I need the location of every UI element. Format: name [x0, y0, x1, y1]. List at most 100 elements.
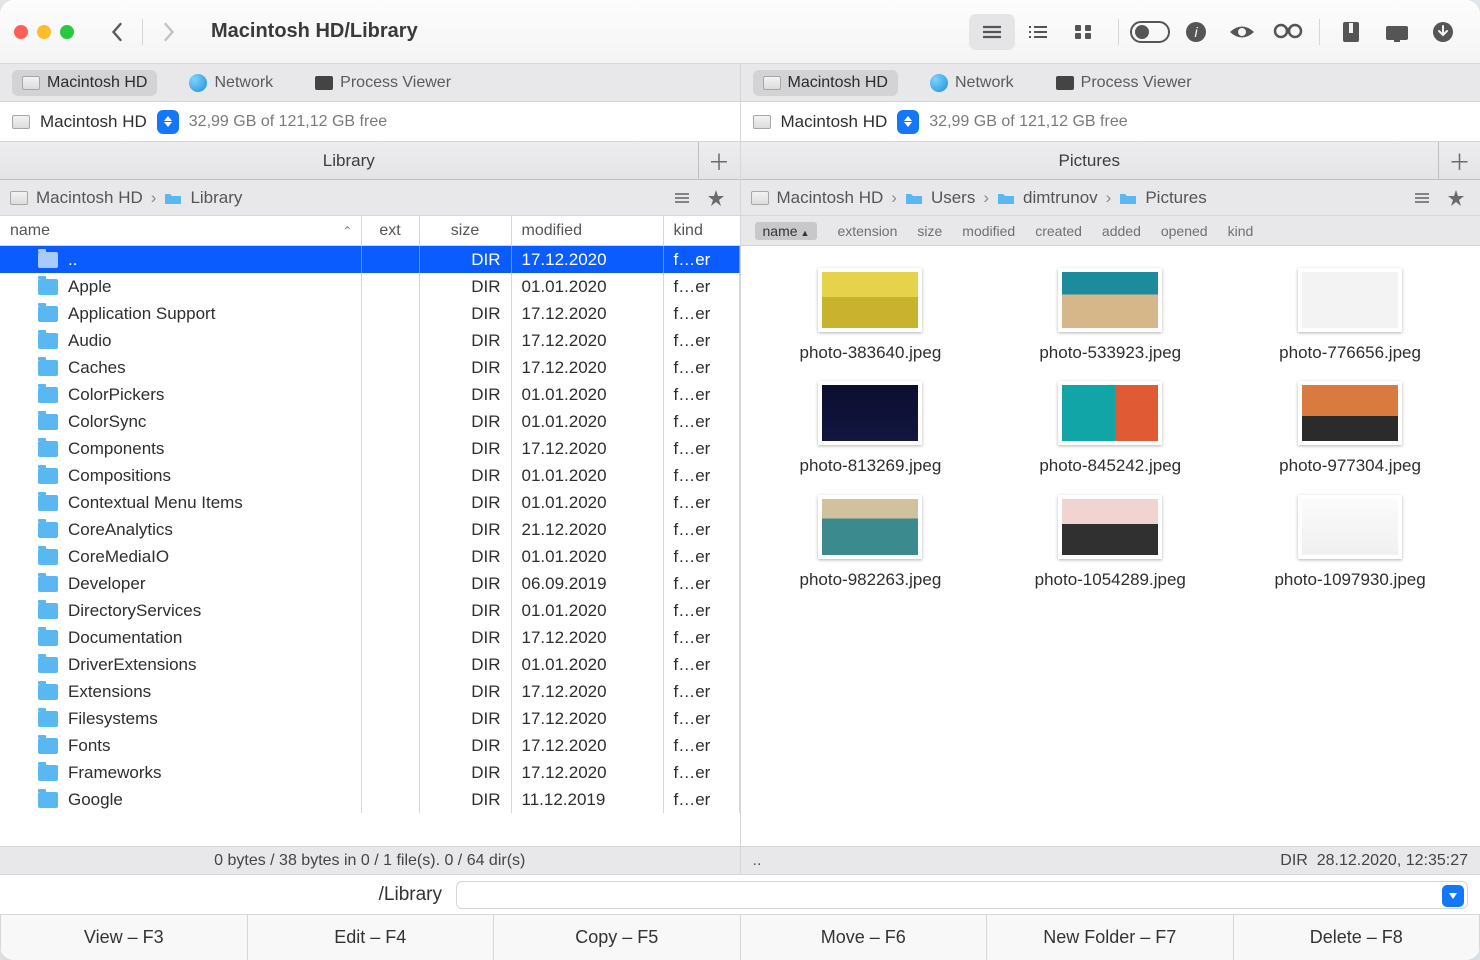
- fkey-button[interactable]: Edit – F4: [248, 915, 495, 960]
- sort-column-opened[interactable]: opened: [1161, 223, 1208, 239]
- folder-icon: [38, 414, 58, 430]
- hidden-toggle-button[interactable]: [1127, 14, 1173, 50]
- command-dropdown[interactable]: [1442, 885, 1464, 907]
- table-row[interactable]: Apple DIR 01.01.2020 f…er: [0, 273, 740, 300]
- header-kind[interactable]: kind: [664, 216, 740, 245]
- fkey-button[interactable]: Delete – F8: [1234, 915, 1480, 960]
- command-input[interactable]: [456, 881, 1468, 909]
- grid-item[interactable]: photo-1054289.jpeg: [1010, 495, 1210, 590]
- sort-column-name[interactable]: name▲: [755, 222, 818, 240]
- file-list-left[interactable]: .. DIR 17.12.2020 f…er Apple DIR 01.01.2…: [0, 246, 740, 846]
- table-row[interactable]: CoreAnalytics DIR 21.12.2020 f…er: [0, 516, 740, 543]
- minimize-icon[interactable]: [37, 25, 51, 39]
- sort-column-modified[interactable]: modified: [962, 223, 1015, 239]
- grid-item[interactable]: photo-1097930.jpeg: [1250, 495, 1450, 590]
- grid-item[interactable]: photo-845242.jpeg: [1010, 381, 1210, 476]
- favorite-item[interactable]: Network: [179, 70, 283, 96]
- table-row[interactable]: Components DIR 17.12.2020 f…er: [0, 435, 740, 462]
- breadcrumb-segment[interactable]: Library: [190, 188, 242, 208]
- favorite-item[interactable]: Process Viewer: [1046, 70, 1202, 96]
- columns-view-button[interactable]: [1015, 14, 1061, 50]
- table-row[interactable]: Google DIR 11.12.2019 f…er: [0, 786, 740, 813]
- search-button[interactable]: [1265, 14, 1311, 50]
- grid-item[interactable]: photo-977304.jpeg: [1250, 381, 1450, 476]
- grid-item[interactable]: photo-813269.jpeg: [770, 381, 970, 476]
- table-row[interactable]: Contextual Menu Items DIR 01.01.2020 f…e…: [0, 489, 740, 516]
- favorite-star-icon[interactable]: [702, 186, 730, 210]
- volume-dropdown[interactable]: [897, 110, 919, 134]
- header-size[interactable]: size: [420, 216, 512, 245]
- table-row[interactable]: Compositions DIR 01.01.2020 f…er: [0, 462, 740, 489]
- grid-item[interactable]: photo-982263.jpeg: [770, 495, 970, 590]
- new-tab-left[interactable]: ＋: [698, 142, 740, 179]
- favorite-star-icon[interactable]: [1442, 186, 1470, 210]
- grid-item[interactable]: photo-776656.jpeg: [1250, 268, 1450, 363]
- download-button[interactable]: [1420, 14, 1466, 50]
- favorite-item[interactable]: Macintosh HD: [753, 70, 898, 96]
- breadcrumb-segment[interactable]: Pictures: [1145, 188, 1206, 208]
- breadcrumb-segment[interactable]: dimtrunov: [1023, 188, 1098, 208]
- table-row[interactable]: CoreMediaIO DIR 01.01.2020 f…er: [0, 543, 740, 570]
- forward-button[interactable]: [151, 17, 187, 47]
- sort-column-size[interactable]: size: [917, 223, 942, 239]
- tab-right[interactable]: Pictures: [741, 142, 1439, 179]
- folder-icon: [38, 306, 58, 322]
- table-row[interactable]: DriverExtensions DIR 01.01.2020 f…er: [0, 651, 740, 678]
- drive-icon: [753, 115, 771, 129]
- sort-column-extension[interactable]: extension: [837, 223, 897, 239]
- folder-icon: [38, 657, 58, 673]
- icon-grid-right[interactable]: photo-383640.jpeg photo-533923.jpeg phot…: [741, 246, 1480, 846]
- share-button[interactable]: [1374, 14, 1420, 50]
- list-view-button[interactable]: [969, 14, 1015, 50]
- folder-icon: [38, 630, 58, 646]
- table-row[interactable]: Audio DIR 17.12.2020 f…er: [0, 327, 740, 354]
- icons-view-button[interactable]: [1061, 14, 1107, 50]
- volume-dropdown[interactable]: [157, 110, 179, 134]
- close-icon[interactable]: [14, 25, 28, 39]
- table-row[interactable]: Filesystems DIR 17.12.2020 f…er: [0, 705, 740, 732]
- header-ext[interactable]: ext: [362, 216, 420, 245]
- table-row[interactable]: Developer DIR 06.09.2019 f…er: [0, 570, 740, 597]
- breadcrumb-segment[interactable]: Macintosh HD: [36, 188, 143, 208]
- archive-button[interactable]: [1328, 14, 1374, 50]
- table-row[interactable]: .. DIR 17.12.2020 f…er: [0, 246, 740, 273]
- favorite-item[interactable]: Network: [920, 70, 1024, 96]
- command-path: /Library: [12, 884, 442, 906]
- table-row[interactable]: Application Support DIR 17.12.2020 f…er: [0, 300, 740, 327]
- tab-left[interactable]: Library: [0, 142, 698, 179]
- nav-arrows: [98, 17, 187, 47]
- grid-item[interactable]: photo-533923.jpeg: [1010, 268, 1210, 363]
- info-button[interactable]: i: [1173, 14, 1219, 50]
- title-bar: Macintosh HD/Library i: [0, 0, 1480, 64]
- back-button[interactable]: [98, 17, 134, 47]
- favorite-item[interactable]: Macintosh HD: [12, 70, 157, 96]
- table-row[interactable]: Fonts DIR 17.12.2020 f…er: [0, 732, 740, 759]
- fkey-button[interactable]: Copy – F5: [494, 915, 741, 960]
- fkey-button[interactable]: New Folder – F7: [987, 915, 1234, 960]
- header-name[interactable]: name⌃: [0, 216, 362, 245]
- table-row[interactable]: ColorPickers DIR 01.01.2020 f…er: [0, 381, 740, 408]
- sort-column-kind[interactable]: kind: [1228, 223, 1254, 239]
- breadcrumb-segment[interactable]: Macintosh HD: [777, 188, 884, 208]
- mini-list-icon[interactable]: [668, 186, 696, 210]
- quicklook-button[interactable]: [1219, 14, 1265, 50]
- table-row[interactable]: Extensions DIR 17.12.2020 f…er: [0, 678, 740, 705]
- header-modified[interactable]: modified: [512, 216, 664, 245]
- zoom-icon[interactable]: [60, 25, 74, 39]
- fkey-button[interactable]: Move – F6: [741, 915, 988, 960]
- table-row[interactable]: Documentation DIR 17.12.2020 f…er: [0, 624, 740, 651]
- mini-list-icon[interactable]: [1408, 186, 1436, 210]
- grid-item[interactable]: photo-383640.jpeg: [770, 268, 970, 363]
- sort-column-created[interactable]: created: [1035, 223, 1082, 239]
- table-row[interactable]: ColorSync DIR 01.01.2020 f…er: [0, 408, 740, 435]
- table-row[interactable]: Caches DIR 17.12.2020 f…er: [0, 354, 740, 381]
- table-row[interactable]: Frameworks DIR 17.12.2020 f…er: [0, 759, 740, 786]
- favorite-item[interactable]: Process Viewer: [305, 70, 461, 96]
- sort-column-added[interactable]: added: [1102, 223, 1141, 239]
- folder-icon: [38, 360, 58, 376]
- folder-icon: [164, 191, 182, 205]
- fkey-button[interactable]: View – F3: [0, 915, 248, 960]
- table-row[interactable]: DirectoryServices DIR 01.01.2020 f…er: [0, 597, 740, 624]
- new-tab-right[interactable]: ＋: [1438, 142, 1480, 179]
- breadcrumb-segment[interactable]: Users: [931, 188, 975, 208]
